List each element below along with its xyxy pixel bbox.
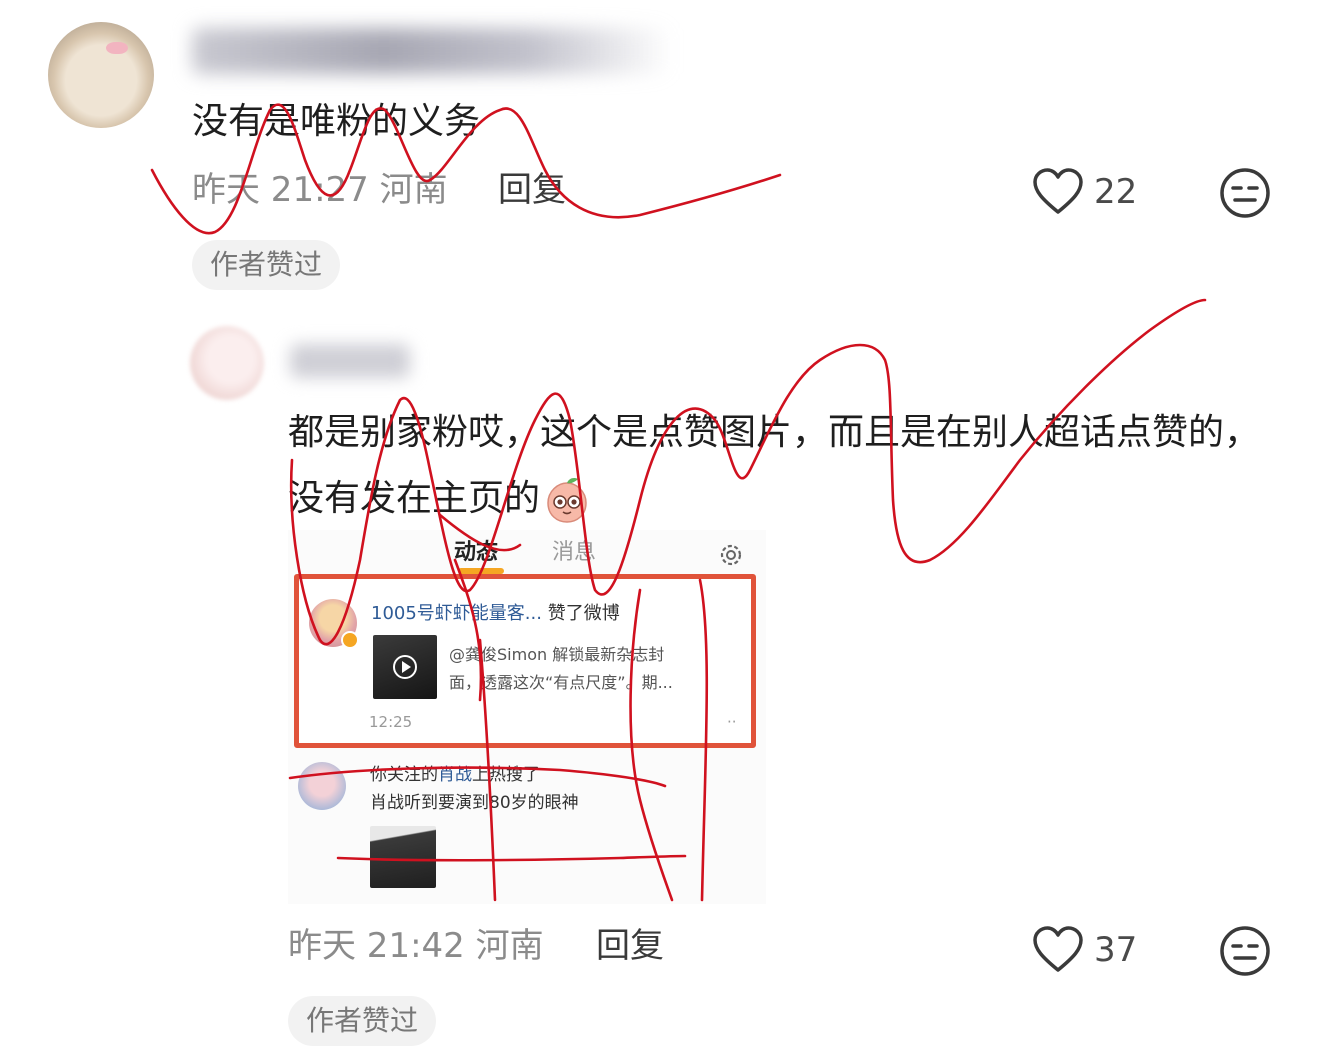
dislike-button[interactable] [1218,924,1272,982]
username-blurred[interactable] [290,344,410,378]
feed-user: 1005号虾虾能量客... [371,603,542,624]
meh-face-icon [1220,926,1270,976]
like-count: 37 [1094,930,1138,970]
photo-thumbnail [370,826,436,888]
feed-time: 12:25 [369,713,413,731]
author-liked-badge: 作者赞过 [288,996,437,1046]
comment-text-body: 都是别家粉哎，这个是点赞图片，而且是在别人超话点赞的，没有发在主页的 [288,412,1261,519]
video-thumbnail [373,635,437,699]
like-button[interactable]: 37 [1032,926,1137,974]
meh-face-icon [1220,168,1270,218]
feed-item-title: 1005号虾虾能量客... 赞了微博 [371,601,620,627]
bow-decoration [106,42,128,54]
reply-button[interactable]: 回复 [596,924,664,968]
comment-time: 昨天 21:27 [192,170,369,210]
dislike-button[interactable] [1218,166,1272,224]
like-button[interactable]: 22 [1032,168,1137,216]
like-count: 22 [1094,172,1138,212]
comment-meta: 昨天 21:42 河南 [288,924,544,968]
highlight-box: 1005号虾虾能量客... 赞了微博 @龚俊Simon 解锁最新杂志封 面，透露… [294,574,756,748]
hot-search-desc: 肖战听到要演到80岁的眼神 [370,793,579,813]
avatar [309,599,359,649]
heart-outline-icon [1033,926,1083,972]
comment-location: 河南 [379,170,448,210]
feed-desc-line2: 面，透露这次“有点尺度”。期... [449,673,673,692]
comment-location: 河南 [475,926,544,966]
avatar[interactable] [190,326,264,400]
more-icon: ·· [727,713,737,731]
comment-text: 没有是唯粉的义务 [192,101,481,142]
play-icon [393,655,417,679]
reply-button[interactable]: 回复 [498,168,566,212]
peach-emoji-icon [547,478,587,523]
feed-desc-line1: @龚俊Simon 解锁最新杂志封 [449,645,665,664]
hot-prefix: 你关注的 [370,765,438,785]
gear-icon [720,544,742,566]
heart-outline-icon [1033,168,1083,214]
author-liked-badge: 作者赞过 [192,240,341,290]
tab-messages: 消息 [552,540,597,565]
feed-action: 赞了微博 [547,603,620,624]
comment-time: 昨天 21:42 [288,926,465,966]
tab-dynamics: 动态 [454,540,499,565]
verified-badge-icon [341,631,359,649]
hot-link: 肖战 [438,765,472,785]
avatar [298,762,346,810]
comment-text: 都是别家粉哎，这个是点赞图片，而且是在别人超话点赞的，没有发在主页的 [288,400,1268,532]
hot-suffix: 上热搜了 [472,765,540,785]
comment-meta: 昨天 21:27 河南 [192,168,448,212]
hot-search-title: 你关注的肖战上热搜了 [370,762,540,788]
username-blurred[interactable] [192,28,672,74]
avatar[interactable] [48,22,154,128]
embedded-screenshot: 动态 消息 1005号虾虾能量客... 赞了微博 @龚俊Simon 解锁最新杂志… [288,530,766,904]
